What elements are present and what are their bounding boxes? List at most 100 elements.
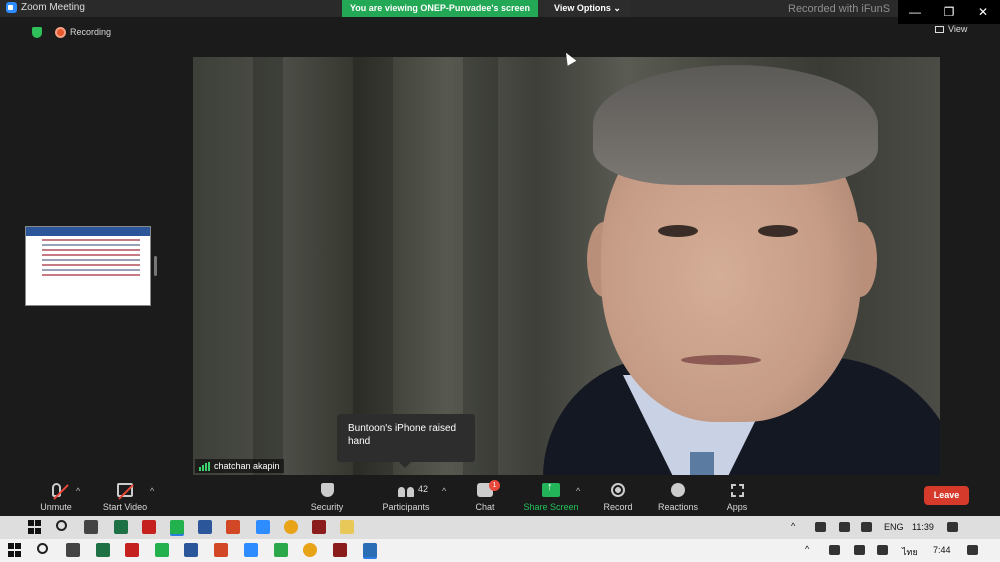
security-label: Security <box>310 502 344 512</box>
record-label: Record <box>603 502 633 512</box>
search-icon[interactable] <box>37 543 48 554</box>
encryption-shield-icon[interactable] <box>32 27 42 38</box>
volume-icon[interactable] <box>861 522 872 532</box>
participants-icon <box>398 483 414 497</box>
file-explorer-icon[interactable] <box>340 520 354 534</box>
powerpoint-icon[interactable] <box>226 520 240 534</box>
zoom-app-icon[interactable] <box>244 543 258 557</box>
word-icon[interactable] <box>198 520 212 534</box>
participant-name: chatchan akapin <box>214 461 280 471</box>
volume-icon[interactable] <box>877 545 888 555</box>
reactions-button[interactable]: Reactions <box>654 478 702 516</box>
document-text-line <box>42 254 140 256</box>
meeting-toolbar: Unmute ^ Start Video ^ Security Particip… <box>0 478 1000 516</box>
view-options-button[interactable]: View Options ⌄ <box>544 0 631 17</box>
local-taskbar: ^ ไทย 7:44 <box>0 539 1000 562</box>
clock[interactable]: 11:39 <box>912 522 934 532</box>
screen-share-banner: You are viewing ONEP-Punvadee's screen <box>342 0 538 17</box>
notification-center-icon[interactable] <box>967 545 978 555</box>
close-icon: ✕ <box>977 5 989 19</box>
unmute-button[interactable]: Unmute <box>36 478 76 516</box>
window-title: Zoom Meeting <box>21 2 85 13</box>
zoom-meeting-window: Zoom Meeting You are viewing ONEP-Punvad… <box>0 0 1000 562</box>
document-text-line <box>42 274 140 276</box>
tray-app-icon[interactable] <box>815 522 826 532</box>
start-video-button[interactable]: Start Video <box>98 478 152 516</box>
tray-chevron-icon[interactable]: ^ <box>805 544 809 554</box>
media-app-icon[interactable] <box>333 543 347 557</box>
shared-screen-thumbnail[interactable] <box>25 226 151 306</box>
maximize-button[interactable]: ❐ <box>932 0 966 24</box>
video-options-chevron-icon[interactable]: ^ <box>150 486 154 496</box>
tray-app-icon[interactable] <box>829 545 840 555</box>
chrome-icon[interactable] <box>284 520 298 534</box>
clock[interactable]: 7:44 <box>933 545 951 555</box>
word-icon[interactable] <box>184 543 198 557</box>
media-app-icon[interactable] <box>312 520 326 534</box>
view-options-label: View Options <box>554 3 611 13</box>
pdf-reader-icon[interactable] <box>142 520 156 534</box>
input-language[interactable]: ไทย <box>902 545 918 559</box>
wifi-icon[interactable] <box>854 545 865 555</box>
participants-label: Participants <box>382 502 430 512</box>
excel-icon[interactable] <box>114 520 128 534</box>
document-ribbon <box>26 227 150 236</box>
search-icon[interactable] <box>56 520 67 531</box>
powerpoint-icon[interactable] <box>214 543 228 557</box>
recording-icon <box>55 27 66 38</box>
document-text-line <box>42 259 140 261</box>
leave-button[interactable]: Leave <box>924 486 969 505</box>
chrome-icon[interactable] <box>303 543 317 557</box>
share-options-chevron-icon[interactable]: ^ <box>576 486 580 496</box>
line-app-icon[interactable] <box>170 520 184 534</box>
chevron-down-icon: ⌄ <box>613 3 621 13</box>
close-button[interactable]: ✕ <box>966 0 1000 24</box>
participants-options-chevron-icon[interactable]: ^ <box>442 486 446 496</box>
muted-microphone-icon <box>51 483 69 500</box>
speaker-mouth <box>681 355 761 365</box>
remote-taskbar: ^ ENG 11:39 <box>0 516 1000 539</box>
recorder-app-icon[interactable] <box>363 543 377 557</box>
share-screen-label: Share Screen <box>523 502 579 512</box>
app-title-group: Zoom Meeting <box>6 2 85 13</box>
input-language[interactable]: ENG <box>884 522 904 532</box>
document-text-line <box>42 239 140 241</box>
line-app-icon[interactable] <box>155 543 169 557</box>
wifi-icon[interactable] <box>839 522 850 532</box>
task-view-icon[interactable] <box>84 520 98 534</box>
task-view-icon[interactable] <box>66 543 80 557</box>
video-off-icon <box>117 483 134 500</box>
minimize-button[interactable]: — <box>898 0 932 24</box>
grid-view-icon <box>935 25 944 33</box>
apps-label: Apps <box>726 502 748 512</box>
record-button[interactable]: Record <box>600 478 636 516</box>
thumbnail-resize-handle[interactable] <box>154 256 157 276</box>
audio-options-chevron-icon[interactable]: ^ <box>76 486 80 496</box>
tray-chevron-icon[interactable]: ^ <box>791 521 795 531</box>
security-button[interactable]: Security <box>307 478 347 516</box>
view-button[interactable]: View <box>935 24 967 34</box>
pdf-reader-icon[interactable] <box>125 543 139 557</box>
apps-button[interactable]: Apps <box>722 478 752 516</box>
reactions-label: Reactions <box>657 502 699 512</box>
unmute-label: Unmute <box>40 502 72 512</box>
chat-label: Chat <box>475 502 495 512</box>
windows-start-icon[interactable] <box>8 543 22 557</box>
chat-unread-badge: 1 <box>489 480 500 491</box>
participant-name-tag: chatchan akapin <box>195 459 284 473</box>
recording-label: Recording <box>70 27 112 37</box>
windows-start-icon[interactable] <box>28 520 42 534</box>
excel-icon[interactable] <box>96 543 110 557</box>
app-icon[interactable] <box>274 543 288 557</box>
share-screen-icon <box>542 481 560 497</box>
document-text-line <box>42 244 140 246</box>
share-screen-button[interactable]: Share Screen <box>522 478 580 516</box>
speaker-tie <box>690 452 714 475</box>
notification-center-icon[interactable] <box>947 522 958 532</box>
curtain-fold <box>463 57 498 475</box>
speaker-hair <box>593 65 878 185</box>
zoom-app-icon[interactable] <box>256 520 270 534</box>
view-label: View <box>948 24 968 34</box>
document-text-line <box>42 249 140 251</box>
maximize-icon: ❐ <box>943 5 955 19</box>
